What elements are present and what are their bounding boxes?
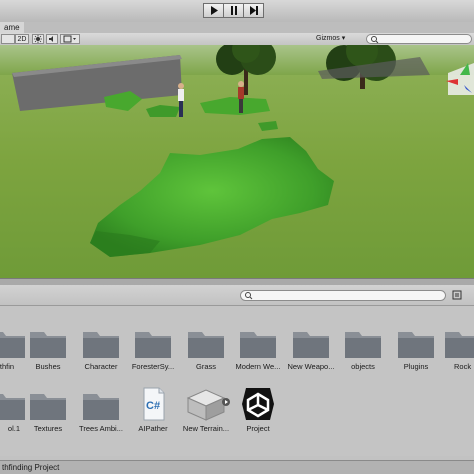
project-assets-grid: thfin Bushes Character ForesterSy... Gra… — [0, 306, 474, 456]
step-icon — [249, 6, 258, 15]
asset-folder[interactable]: New Weapo... — [284, 326, 338, 371]
csharp-badge: C# — [146, 400, 161, 412]
terrain-asset-icon — [186, 386, 230, 422]
asset-label: Character — [84, 362, 118, 371]
playback-controls — [203, 3, 264, 18]
asset-label: AIPather — [138, 424, 168, 433]
asset-folder[interactable]: Trees Ambi... — [74, 388, 128, 433]
folder-icon — [28, 388, 68, 422]
asset-label: New Terrain... — [182, 424, 230, 433]
chevron-down-icon: ▾ — [341, 35, 346, 42]
scene-viewport[interactable] — [0, 45, 474, 278]
folder-icon — [81, 326, 121, 360]
unity-scene-icon — [238, 386, 278, 422]
view-tabbar: ame — [0, 22, 474, 33]
search-icon — [371, 36, 379, 44]
speaker-icon — [49, 36, 53, 42]
asset-folder[interactable]: Grass — [179, 326, 233, 371]
asset-folder[interactable]: objects — [336, 326, 390, 371]
effects-dropdown[interactable] — [60, 34, 80, 44]
folder-icon — [28, 326, 68, 360]
image-effects-icon — [63, 35, 76, 43]
asset-label: Grass — [195, 362, 216, 371]
asset-folder[interactable]: Rock — [436, 326, 474, 371]
scene-dropdown-button[interactable] — [1, 34, 15, 44]
audio-toggle[interactable] — [46, 34, 58, 44]
search-icon — [245, 292, 253, 300]
main-toolbar — [0, 0, 474, 23]
gizmos-dropdown[interactable]: Gizmos ▾ — [316, 34, 345, 44]
asset-label: Textures — [33, 424, 63, 433]
folder-icon — [186, 326, 226, 360]
asset-folder[interactable]: Textures — [21, 388, 75, 433]
pause-button[interactable] — [223, 3, 244, 18]
filter-icon[interactable] — [452, 290, 462, 300]
project-toolbar — [0, 285, 474, 306]
folder-icon — [343, 326, 383, 360]
asset-label: Rock — [454, 362, 472, 371]
play-icon — [210, 6, 218, 15]
folder-icon — [238, 326, 278, 360]
asset-label: Bushes — [35, 362, 61, 371]
status-text: thfinding Project — [2, 463, 60, 472]
scene-search-input[interactable] — [366, 34, 472, 44]
pause-icon — [230, 6, 237, 15]
status-bar: thfinding Project — [0, 460, 474, 474]
folder-icon — [291, 326, 331, 360]
sun-icon — [34, 35, 42, 43]
asset-folder[interactable]: Bushes — [21, 326, 75, 371]
asset-label: Modern We... — [235, 362, 281, 371]
asset-label: Project — [246, 424, 270, 433]
terrain-scene — [0, 45, 474, 278]
asset-folder[interactable]: Plugins — [389, 326, 443, 371]
asset-label: ForesterSy... — [131, 362, 175, 371]
2d-toggle-label: 2D — [17, 36, 27, 43]
tab-game[interactable]: ame — [0, 22, 24, 33]
asset-label: New Weapo... — [287, 362, 335, 371]
asset-scene[interactable]: Project — [231, 386, 285, 433]
panel-divider[interactable] — [0, 278, 474, 285]
project-search-input[interactable] — [240, 290, 446, 301]
folder-icon — [133, 326, 173, 360]
folder-icon — [443, 326, 474, 360]
play-button[interactable] — [203, 3, 224, 18]
asset-terrain[interactable]: New Terrain... — [179, 386, 233, 433]
folder-icon — [396, 326, 436, 360]
asset-folder[interactable]: Character — [74, 326, 128, 371]
csharp-script-icon: C# — [133, 386, 173, 422]
asset-script[interactable]: C# AIPather — [126, 386, 180, 433]
asset-folder[interactable]: ForesterSy... — [126, 326, 180, 371]
asset-folder[interactable]: Modern We... — [231, 326, 285, 371]
asset-label: Trees Ambi... — [79, 424, 123, 433]
2d-toggle[interactable]: 2D — [15, 34, 29, 44]
folder-icon — [81, 388, 121, 422]
asset-label: Plugins — [403, 362, 429, 371]
asset-label: objects — [351, 362, 375, 371]
step-button[interactable] — [243, 3, 264, 18]
gizmos-label: Gizmos — [316, 35, 340, 42]
lighting-toggle[interactable] — [32, 34, 44, 44]
tab-game-label: ame — [4, 23, 20, 32]
